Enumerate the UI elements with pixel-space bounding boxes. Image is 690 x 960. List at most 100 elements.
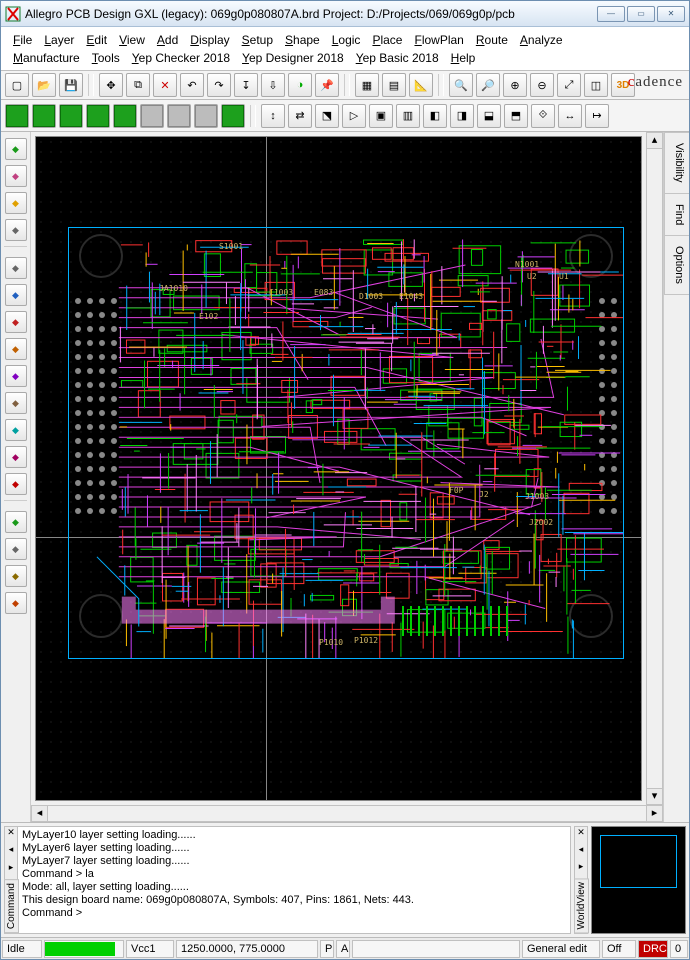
menu-layer[interactable]: Layer xyxy=(38,31,80,49)
edit-tool-button[interactable]: ⇄ xyxy=(288,104,312,128)
toolbar-zoom2-button[interactable]: ⊖ xyxy=(530,73,554,97)
toolbar-grid-button[interactable]: ▦ xyxy=(355,73,379,97)
toolbar-grid2-button[interactable]: ▤ xyxy=(382,73,406,97)
side-tool-button[interactable]: ◆ xyxy=(5,165,27,187)
toolbar-zoomin-button[interactable]: 🔍 xyxy=(449,73,473,97)
side-tool-button[interactable]: ◆ xyxy=(5,365,27,387)
toolbar-undo-button[interactable]: ↶ xyxy=(180,73,204,97)
layer-visible-button[interactable] xyxy=(59,104,83,128)
edit-tool-button[interactable]: ⬔ xyxy=(315,104,339,128)
maximize-button[interactable]: ▭ xyxy=(627,6,655,22)
side-tool-button[interactable]: ◆ xyxy=(5,311,27,333)
menu-route[interactable]: Route xyxy=(470,31,514,49)
edit-tool-button[interactable]: ▥ xyxy=(396,104,420,128)
menu-add[interactable]: Add xyxy=(151,31,184,49)
toolbar-zoom1-button[interactable]: ⊕ xyxy=(503,73,527,97)
menu-view[interactable]: View xyxy=(113,31,151,49)
status-coordinates[interactable]: 1250.0000, 775.0000 xyxy=(176,940,318,958)
toolbar-ruler-button[interactable]: 📐 xyxy=(409,73,433,97)
vertical-scrollbar[interactable]: ▴ ▾ xyxy=(646,132,663,805)
toolbar-zoomr-button[interactable]: ◫ xyxy=(584,73,608,97)
edit-tool-button[interactable]: ▣ xyxy=(369,104,393,128)
side-tool-button[interactable]: ◆ xyxy=(5,538,27,560)
status-p[interactable]: P xyxy=(320,940,334,958)
side-tool-button[interactable]: ◆ xyxy=(5,392,27,414)
toolbar-copy-button[interactable]: ⧉ xyxy=(126,73,150,97)
edit-tool-button[interactable]: ↕ xyxy=(261,104,285,128)
side-tool-button[interactable]: ◆ xyxy=(5,446,27,468)
close-button[interactable]: ✕ xyxy=(657,6,685,22)
side-tool-button[interactable]: ◆ xyxy=(5,192,27,214)
toolbar-delete-button[interactable]: ✕ xyxy=(153,73,177,97)
minimize-button[interactable]: — xyxy=(597,6,625,22)
side-tool-button[interactable]: ◆ xyxy=(5,219,27,241)
worldview-panel[interactable] xyxy=(591,826,686,934)
layer-visible-button[interactable] xyxy=(113,104,137,128)
toolbar-redo-button[interactable]: ↷ xyxy=(207,73,231,97)
menu-shape[interactable]: Shape xyxy=(279,31,326,49)
menu-manufacture[interactable]: Manufacture xyxy=(7,49,86,67)
side-tab-visibility[interactable]: Visibility xyxy=(664,132,689,194)
command-side-controls[interactable]: ✕◂▸ Command xyxy=(4,826,18,934)
side-tool-button[interactable]: ◆ xyxy=(5,565,27,587)
status-drc[interactable]: DRC xyxy=(638,940,668,958)
toolbar-zoomout-button[interactable]: 🔎 xyxy=(476,73,500,97)
menu-file[interactable]: File xyxy=(7,31,38,49)
toolbar-move-button[interactable]: ✥ xyxy=(99,73,123,97)
window-buttons: — ▭ ✕ xyxy=(597,6,685,22)
side-tool-button[interactable]: ◆ xyxy=(5,284,27,306)
layer-visible-button[interactable] xyxy=(32,104,56,128)
side-tab-find[interactable]: Find xyxy=(664,193,689,236)
edit-tool-button[interactable]: ◨ xyxy=(450,104,474,128)
edit-tool-button[interactable]: ▷ xyxy=(342,104,366,128)
layer-visible-button[interactable] xyxy=(5,104,29,128)
side-tool-button[interactable]: ◆ xyxy=(5,257,27,279)
layer-hidden-button[interactable] xyxy=(167,104,191,128)
side-tool-button[interactable]: ◆ xyxy=(5,419,27,441)
side-tool-button[interactable]: ◆ xyxy=(5,592,27,614)
toolbar-zoomfit-button[interactable]: ⤢ xyxy=(557,73,581,97)
side-tool-button[interactable]: ◆ xyxy=(5,511,27,533)
menu-tools[interactable]: Tools xyxy=(86,49,126,67)
menu-setup[interactable]: Setup xyxy=(236,31,279,49)
edit-tool-button[interactable]: ↔ xyxy=(558,104,582,128)
side-tool-button[interactable]: ◆ xyxy=(5,473,27,495)
toolbar-paint-button[interactable]: ◑ xyxy=(288,73,312,97)
menu-logic[interactable]: Logic xyxy=(326,31,367,49)
layer-hidden-button[interactable] xyxy=(194,104,218,128)
toolbar-down-button[interactable]: ↧ xyxy=(234,73,258,97)
menu-analyze[interactable]: Analyze xyxy=(514,31,569,49)
menu-yep-checker-2018[interactable]: Yep Checker 2018 xyxy=(126,49,236,67)
edit-tool-button[interactable]: ⬒ xyxy=(504,104,528,128)
design-canvas[interactable]: S1001JA1010C1003E083D1003E1043U2U1N1001E… xyxy=(35,136,642,801)
status-a[interactable]: A xyxy=(336,940,350,958)
toolbar-pin-button[interactable]: 📌 xyxy=(315,73,339,97)
edit-tool-button[interactable]: ⬓ xyxy=(477,104,501,128)
status-off[interactable]: Off xyxy=(602,940,636,958)
edit-tool-button[interactable]: ⟐ xyxy=(531,104,555,128)
menu-place[interactable]: Place xyxy=(366,31,408,49)
command-log[interactable]: MyLayer10 layer setting loading......MyL… xyxy=(18,826,571,934)
menu-edit[interactable]: Edit xyxy=(80,31,113,49)
side-tool-button[interactable]: ◆ xyxy=(5,338,27,360)
menu-yep-designer-2018[interactable]: Yep Designer 2018 xyxy=(236,49,350,67)
status-layer[interactable]: Vcc1 xyxy=(126,940,174,958)
edit-tool-button[interactable]: ◧ xyxy=(423,104,447,128)
status-edit-mode[interactable]: General edit xyxy=(522,940,600,958)
edit-tool-button[interactable]: ↦ xyxy=(585,104,609,128)
layer-visible-button[interactable] xyxy=(221,104,245,128)
menu-help[interactable]: Help xyxy=(445,49,482,67)
side-tab-options[interactable]: Options xyxy=(664,235,689,295)
side-tool-button[interactable]: ◆ xyxy=(5,138,27,160)
toolbar-save-button[interactable]: 💾 xyxy=(59,73,83,97)
toolbar-down2-button[interactable]: ⇩ xyxy=(261,73,285,97)
toolbar-folder-button[interactable]: 📂 xyxy=(32,73,56,97)
toolbar-file-button[interactable]: ▢ xyxy=(5,73,29,97)
layer-hidden-button[interactable] xyxy=(140,104,164,128)
menu-yep-basic-2018[interactable]: Yep Basic 2018 xyxy=(350,49,445,67)
worldview-side[interactable]: ✕◂▸ WorldView xyxy=(574,826,588,934)
horizontal-scrollbar[interactable]: ◂ ▸ xyxy=(31,805,663,822)
menu-flowplan[interactable]: FlowPlan xyxy=(408,31,469,49)
menu-display[interactable]: Display xyxy=(184,31,235,49)
layer-visible-button[interactable] xyxy=(86,104,110,128)
